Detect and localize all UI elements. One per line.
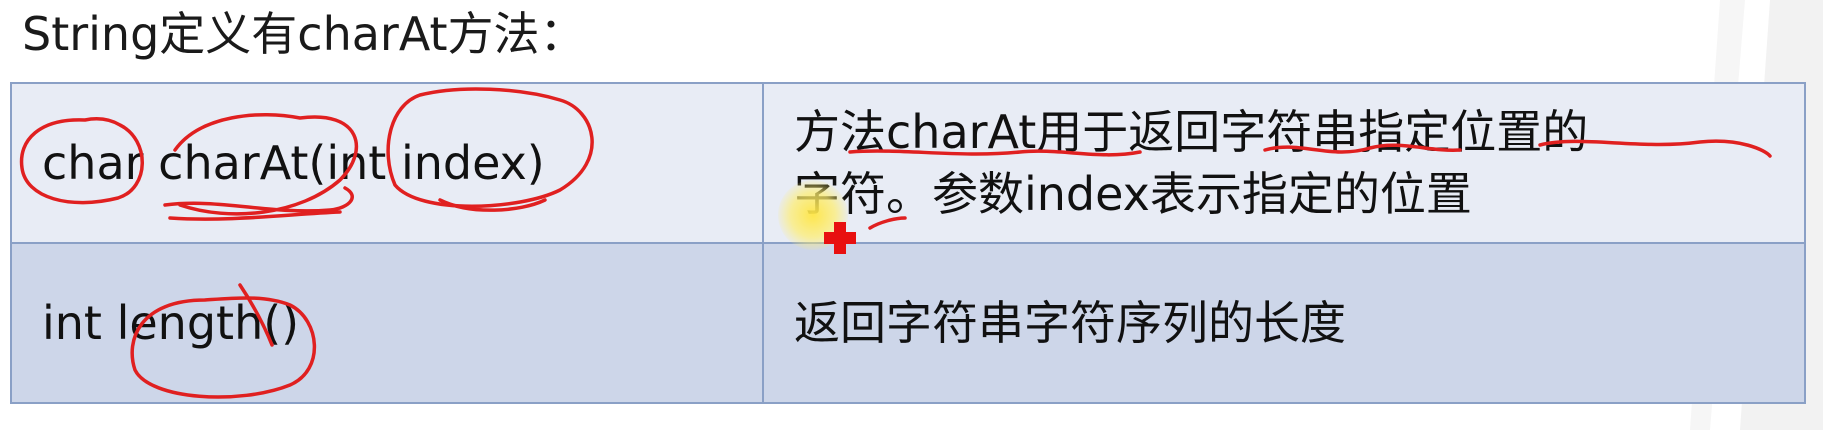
table-row: int length() 返回字符串字符序列的长度 bbox=[10, 242, 1806, 404]
method-signature: char charAt(int index) bbox=[10, 82, 764, 244]
method-signature: int length() bbox=[10, 242, 764, 404]
method-table: char charAt(int index) 方法charAt用于返回字符串指定… bbox=[10, 82, 1806, 404]
table-row: char charAt(int index) 方法charAt用于返回字符串指定… bbox=[10, 82, 1806, 244]
description-line: 返回字符串字符序列的长度 bbox=[794, 296, 1346, 350]
method-description: 返回字符串字符序列的长度 bbox=[762, 242, 1806, 404]
description-line: 字符。参数index表示指定的位置 bbox=[794, 167, 1472, 221]
cursor-highlight bbox=[778, 180, 848, 250]
description-line: 方法charAt用于返回字符串指定位置的 bbox=[794, 105, 1589, 159]
method-description: 方法charAt用于返回字符串指定位置的 字符。参数index表示指定的位置 bbox=[762, 82, 1806, 244]
page-title: String定义有charAt方法： bbox=[22, 7, 586, 61]
